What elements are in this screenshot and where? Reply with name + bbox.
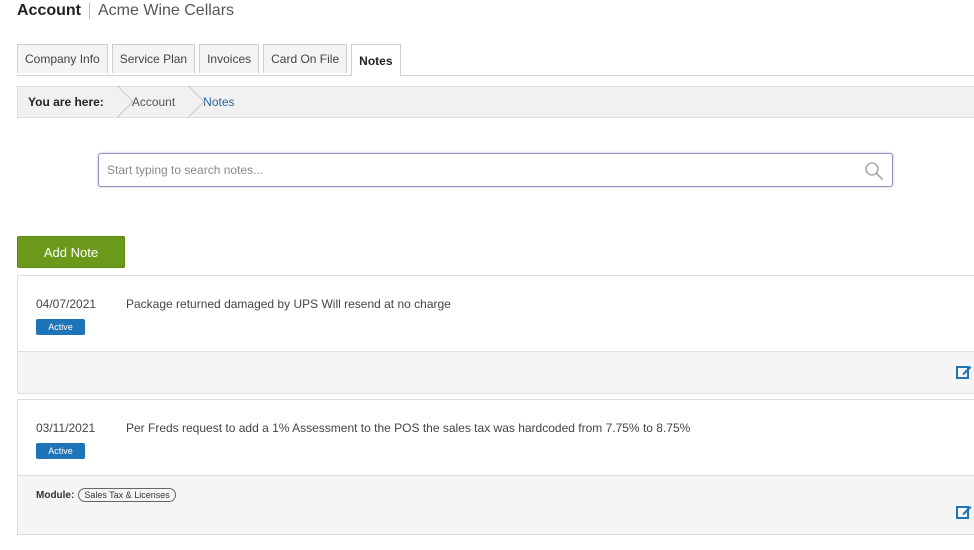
tab-invoices[interactable]: Invoices — [199, 44, 260, 73]
module-label: Module: — [36, 489, 75, 501]
header-divider — [89, 3, 90, 19]
note-module: Module: Sales Tax & Licenses — [36, 488, 176, 502]
status-badge: Active — [36, 319, 85, 335]
breadcrumb-separator — [114, 86, 128, 118]
add-note-button[interactable]: Add Note — [17, 236, 125, 268]
search-icon[interactable] — [864, 161, 884, 181]
note-text: Package returned damaged by UPS Will res… — [126, 297, 451, 311]
breadcrumb-prefix: You are here: — [28, 95, 104, 109]
breadcrumb-notes: Notes — [203, 95, 235, 109]
tab-company-info[interactable]: Company Info — [17, 44, 108, 73]
breadcrumb-separator — [185, 86, 199, 118]
note-date: 04/07/2021 — [36, 297, 97, 311]
note-meta: 03/11/2021 Active — [18, 421, 106, 459]
page-title: Account — [17, 2, 81, 19]
search-box — [98, 153, 893, 187]
tab-service-plan[interactable]: Service Plan — [111, 44, 196, 73]
breadcrumb: You are here: Account Notes — [17, 86, 974, 118]
note-card: 04/07/2021 Active Package returned damag… — [17, 275, 974, 394]
account-name: Acme Wine Cellars — [98, 2, 235, 19]
page-header: Account Acme Wine Cellars — [17, 0, 234, 22]
edit-icon[interactable] — [956, 504, 972, 520]
note-body: 04/07/2021 Active Package returned damag… — [18, 276, 974, 335]
search-input[interactable] — [99, 154, 892, 186]
note-date: 03/11/2021 — [36, 421, 96, 435]
tab-notes[interactable]: Notes — [351, 44, 401, 76]
module-tag[interactable]: Sales Tax & Licenses — [78, 488, 176, 502]
tab-bar: Company Info Service Plan Invoices Card … — [17, 44, 974, 76]
note-footer — [18, 351, 974, 393]
status-badge: Active — [36, 443, 85, 459]
note-body: 03/11/2021 Active Per Freds request to a… — [18, 400, 974, 459]
note-card: 03/11/2021 Active Per Freds request to a… — [17, 399, 974, 535]
note-meta: 04/07/2021 Active — [18, 297, 106, 335]
note-footer: Module: Sales Tax & Licenses — [18, 475, 974, 534]
edit-icon[interactable] — [956, 364, 972, 380]
note-text: Per Freds request to add a 1% Assessment… — [126, 421, 691, 435]
tab-card-on-file[interactable]: Card On File — [263, 44, 348, 73]
